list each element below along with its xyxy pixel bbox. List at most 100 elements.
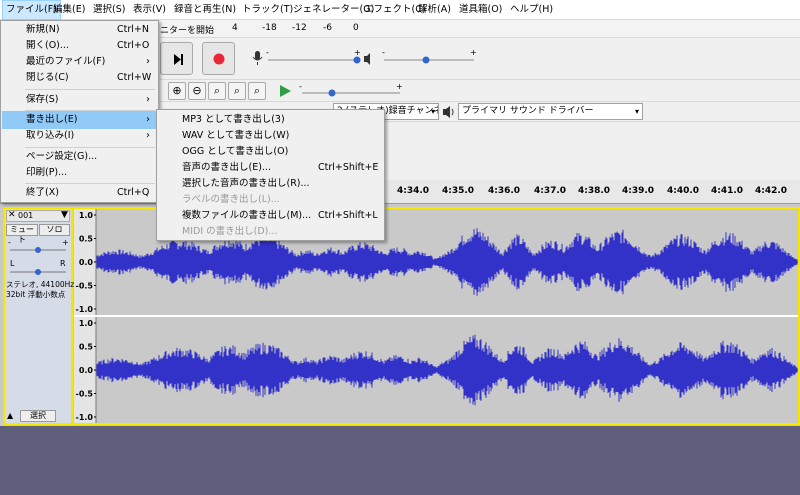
pan-slider[interactable]: [7, 267, 69, 277]
scale-label: 0.0: [79, 258, 94, 267]
track-control-panel: ✕ 001 ▼ ミュート ソロ - + L R ステレオ, 44100Hz 32…: [3, 207, 74, 425]
tracks-area: ✕ 001 ▼ ミュート ソロ - + L R ステレオ, 44100Hz 32…: [0, 204, 800, 426]
track-sample-format: 32bit 浮動小数点: [6, 290, 66, 299]
recording-volume-slider[interactable]: - +: [250, 46, 370, 72]
timeline-tick: 4:41.0: [711, 186, 744, 196]
collapse-track-icon[interactable]: ▲: [7, 411, 13, 420]
menu-separator: [25, 89, 155, 90]
skip-end-button[interactable]: [160, 42, 193, 75]
menu-view[interactable]: 表示(V): [130, 0, 169, 20]
timeline-tick: 4:42.0: [755, 186, 788, 196]
menu-item-label: 選択した音声の書き出し(R)...: [182, 178, 310, 189]
speaker-icon: [443, 106, 454, 118]
menu-item-label: 取り込み(I): [26, 130, 75, 141]
file-menu-dropdown: 新規(N) Ctrl+N 開く(O)... Ctrl+O 最近のファイル(F) › 閉…: [0, 20, 159, 203]
menu-item-label: WAV として書き出し(W): [182, 130, 290, 141]
menu-item-shortcut: Ctrl+Q: [117, 187, 150, 198]
svg-text:+: +: [396, 82, 403, 91]
meter-tick: 4: [232, 23, 238, 33]
speaker-icon: [364, 53, 370, 65]
menu-item-label: ラベルの書き出し(L)...: [182, 194, 280, 205]
scale-label: 0.5: [79, 235, 94, 244]
file-menu-print[interactable]: 印刷(P)...: [2, 164, 157, 182]
menu-item-label: 保存(S): [26, 94, 59, 105]
timeline-tick: 4:34.0: [397, 186, 430, 196]
waveform-canvas[interactable]: 1.0 0.5 0.0 -0.5 -1.0 1.0 0.5 0.0 -0.5 -1.0: [74, 209, 798, 423]
play-speed-slider[interactable]: - +: [296, 82, 406, 100]
file-menu-import[interactable]: 取り込み(I) ›: [2, 127, 157, 145]
close-track-icon[interactable]: ✕: [8, 210, 16, 220]
playback-volume-slider[interactable]: - +: [378, 46, 478, 72]
menu-select[interactable]: 選択(S): [90, 0, 128, 20]
export-audio[interactable]: 音声の書き出し(E)... Ctrl+Shift+E: [158, 160, 383, 176]
gain-slider[interactable]: [7, 245, 69, 255]
menu-edit[interactable]: 編集(E): [50, 0, 88, 20]
mute-button[interactable]: ミュート: [6, 224, 38, 244]
scale-label: 1.0: [79, 319, 94, 328]
timeline-tick: 4:39.0: [622, 186, 655, 196]
submenu-arrow-icon: ›: [146, 130, 150, 141]
scale-label: 0.5: [79, 343, 94, 352]
play-icon: [280, 85, 291, 97]
svg-text:-: -: [266, 48, 269, 57]
menu-transport[interactable]: 録音と再生(N): [171, 0, 239, 20]
menu-item-label: MP3 として書き出し(3): [182, 114, 285, 125]
file-menu-close[interactable]: 閉じる(C) Ctrl+W: [2, 69, 157, 87]
menu-help[interactable]: ヘルプ(H): [507, 0, 556, 20]
menu-item-label: 閉じる(C): [26, 72, 69, 83]
file-menu-exit[interactable]: 終了(X) Ctrl+Q: [2, 184, 157, 202]
fit-selection-button[interactable]: ⌕: [208, 82, 226, 100]
scale-label: -0.5: [76, 282, 94, 291]
zoom-in-icon: ⊕: [172, 84, 182, 97]
menu-item-label: OGG として書き出し(O): [182, 146, 289, 157]
track-name[interactable]: 001: [18, 211, 33, 220]
meter-tick: -12: [292, 23, 307, 33]
export-wav[interactable]: WAV として書き出し(W): [158, 128, 383, 144]
submenu-arrow-icon: ›: [146, 94, 150, 105]
menu-tracks[interactable]: トラック(T): [239, 0, 296, 20]
export-mp3[interactable]: MP3 として書き出し(3): [158, 112, 383, 128]
timeline-tick: 4:37.0: [534, 186, 567, 196]
start-monitoring-label[interactable]: ニターを開始: [160, 23, 214, 36]
fit-project-icon: ⌕: [233, 84, 241, 97]
menu-item-label: 音声の書き出し(E)...: [182, 162, 271, 173]
export-labels: ラベルの書き出し(L)...: [158, 192, 383, 208]
timeline-tick: 4:38.0: [578, 186, 611, 196]
export-midi: MIDI の書き出し(D)...: [158, 224, 383, 240]
skip-end-icon: [174, 54, 183, 65]
zoom-out-button[interactable]: ⊖: [188, 82, 206, 100]
export-multiple[interactable]: 複数ファイルの書き出し(M)... Ctrl+Shift+L: [158, 208, 383, 224]
fit-project-button[interactable]: ⌕: [228, 82, 246, 100]
scale-label: -1.0: [76, 305, 94, 314]
zoom-in-button[interactable]: ⊕: [168, 82, 186, 100]
menu-item-label: 複数ファイルの書き出し(M)...: [182, 210, 312, 221]
export-selected-audio[interactable]: 選択した音声の書き出し(R)...: [158, 176, 383, 192]
svg-text:-: -: [382, 48, 385, 57]
timeline-tick: 4:36.0: [488, 186, 521, 196]
solo-button[interactable]: ソロ: [39, 224, 70, 236]
menu-item-label: MIDI の書き出し(D)...: [182, 226, 278, 237]
zoom-toggle-button[interactable]: ⌕: [248, 82, 266, 100]
menu-item-shortcut: Ctrl+Shift+L: [318, 210, 378, 221]
play-at-speed-button[interactable]: [276, 82, 294, 100]
menu-item-label: 終了(X): [26, 187, 59, 198]
track-menu-dropdown-icon[interactable]: ▼: [61, 210, 68, 220]
export-ogg[interactable]: OGG として書き出し(O): [158, 144, 383, 160]
record-button[interactable]: [202, 42, 235, 75]
playback-device-select[interactable]: プライマリ サウンド ドライバー ▾: [458, 103, 643, 120]
svg-text:+: +: [470, 48, 477, 57]
timeline-tick: 4:35.0: [442, 186, 475, 196]
track-info: ステレオ, 44100Hz 32bit 浮動小数点: [6, 280, 74, 300]
scale-label: 0.0: [79, 366, 94, 375]
select-track-button[interactable]: 選択: [20, 410, 56, 422]
file-menu-save[interactable]: 保存(S) ›: [2, 91, 157, 109]
menu-analyze[interactable]: 解析(A): [415, 0, 454, 20]
menu-tools[interactable]: 道具箱(O): [456, 0, 505, 20]
svg-text:-: -: [299, 82, 302, 91]
track-header: ✕ 001 ▼: [6, 210, 70, 222]
meter-tick: -6: [323, 23, 332, 33]
timeline-tick: 4:40.0: [667, 186, 700, 196]
scale-label: -1.0: [76, 413, 94, 422]
record-icon: [213, 53, 225, 65]
menu-bar: ファイル(F) 編集(E) 選択(S) 表示(V) 録音と再生(N) トラック(…: [0, 0, 800, 20]
